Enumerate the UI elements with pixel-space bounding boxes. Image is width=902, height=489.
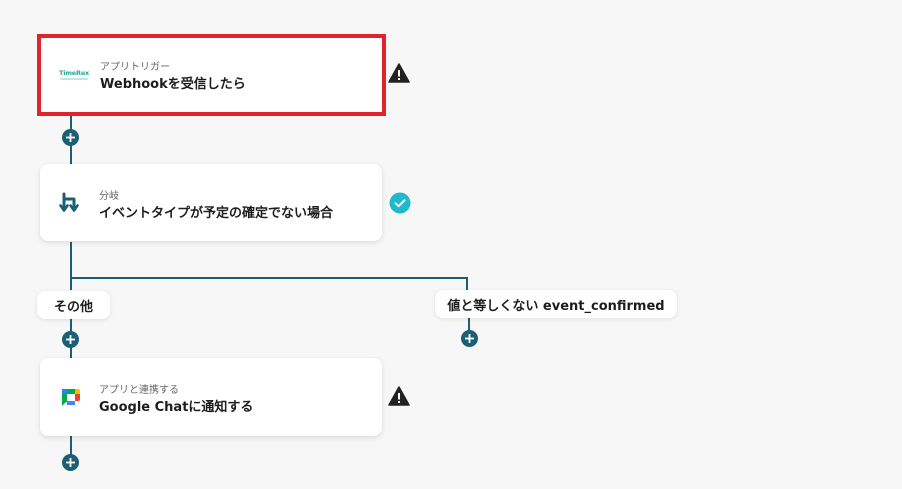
connector-line [466, 277, 468, 291]
branch-label-not-equal[interactable]: 値と等しくない event_confirmed [435, 290, 677, 318]
add-step-button[interactable] [62, 454, 79, 471]
plus-icon [465, 334, 474, 343]
warning-icon [388, 62, 410, 84]
add-step-button[interactable] [461, 330, 478, 347]
plus-icon [66, 133, 75, 142]
branch-step-title: イベントタイプが予定の確定でない場合 [99, 206, 334, 221]
branch-step-subtitle: 分岐 [99, 191, 119, 202]
connector-line [70, 242, 72, 290]
branch-label-other[interactable]: その他 [37, 291, 110, 319]
plus-icon [66, 335, 75, 344]
check-circle-icon [389, 192, 411, 214]
warning-icon [388, 385, 410, 407]
branch-icon [58, 190, 84, 216]
google-chat-icon [58, 384, 84, 410]
add-step-button[interactable] [62, 129, 79, 146]
action-step-card[interactable]: アプリと連携する Google Chatに通知する [40, 358, 382, 436]
connector-line [70, 277, 468, 279]
trigger-step-card[interactable]: TimeRex アプリトリガー Webhookを受信したら [41, 38, 382, 112]
add-step-button[interactable] [62, 331, 79, 348]
trigger-step-title: Webhookを受信したら [100, 77, 246, 92]
action-step-title: Google Chatに通知する [99, 400, 254, 415]
trigger-step-subtitle: アプリトリガー [100, 62, 170, 73]
plus-icon [66, 458, 75, 467]
branch-step-card[interactable]: 分岐 イベントタイプが予定の確定でない場合 [40, 164, 382, 241]
action-step-subtitle: アプリと連携する [99, 385, 179, 396]
flow-canvas: TimeRex アプリトリガー Webhookを受信したら 分岐 イベントタイプ… [0, 0, 902, 489]
timerex-logo: TimeRex [57, 62, 91, 88]
